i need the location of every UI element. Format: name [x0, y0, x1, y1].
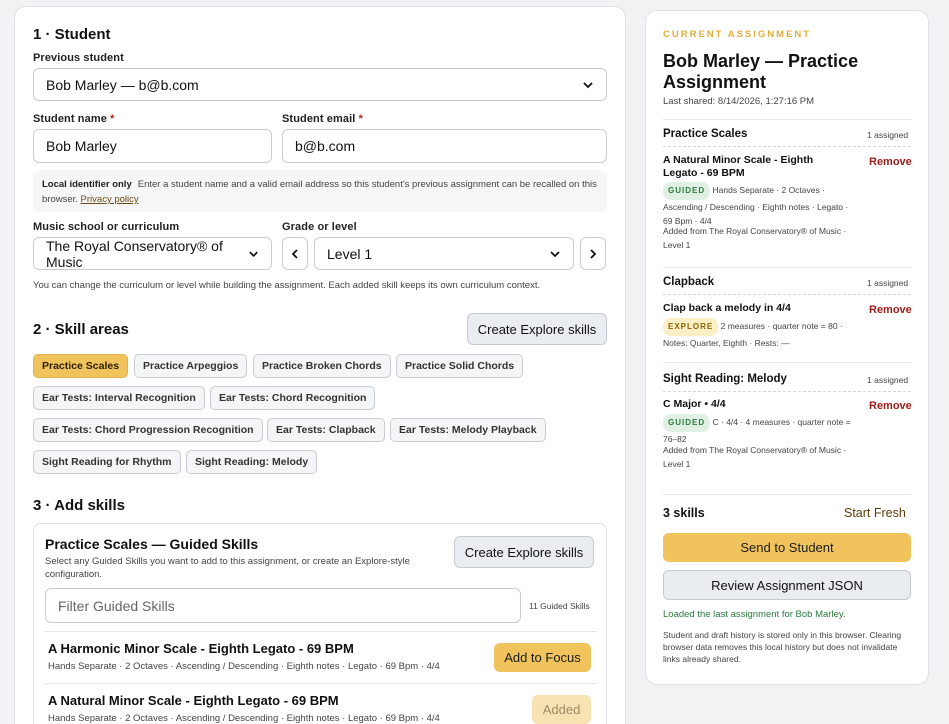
grade-select[interactable]: Level 1	[314, 237, 574, 270]
divider	[663, 119, 911, 120]
assignment-title: Bob Marley — Practice Assignment	[663, 51, 859, 92]
student-section-title: 1 · Student	[33, 26, 111, 43]
review-assignment-json-button[interactable]: Review Assignment JSON	[663, 570, 911, 600]
divider	[45, 631, 597, 632]
guided-badge: GUIDED	[663, 182, 711, 200]
guided-skills-card: Practice Scales — Guided Skills Select a…	[33, 523, 607, 724]
divider	[663, 267, 911, 268]
assigned-skill-details: GUIDED Hands Separate · 2 Octaves · Asce…	[663, 182, 858, 228]
remove-button[interactable]: Remove	[869, 400, 912, 412]
assigned-skill-title: Clap back a melody in 4/4	[663, 302, 791, 314]
current-assignment-panel: CURRENT ASSIGNMENT Bob Marley — Practice…	[645, 10, 929, 685]
divider	[663, 494, 911, 495]
skill-area-chip-sight-reading-melody[interactable]: Sight Reading: Melody	[186, 450, 318, 474]
local-identifier-note: Local identifier only Enter a student nam…	[33, 170, 607, 212]
assigned-count: 1 assigned	[867, 130, 909, 140]
assigned-skill-details: EXPLORE 2 measures · quarter note = 80 ·…	[663, 318, 863, 350]
assigned-count: 1 assigned	[867, 375, 909, 385]
assigned-section-name: Clapback	[663, 276, 715, 288]
previous-student-select[interactable]: Bob Marley — b@b.com	[33, 68, 607, 101]
chevron-left-icon	[291, 248, 298, 259]
skill-area-chip-chord-recognition[interactable]: Ear Tests: Chord Recognition	[210, 386, 376, 410]
skill-area-chip-clapback[interactable]: Ear Tests: Clapback	[267, 418, 385, 442]
skill-area-chip-interval-recognition[interactable]: Ear Tests: Interval Recognition	[33, 386, 205, 410]
skill-areas-title: 2 · Skill areas	[33, 321, 129, 338]
divider	[45, 683, 597, 684]
skill-area-chip-sight-reading-rhythm[interactable]: Sight Reading for Rhythm	[33, 450, 181, 474]
curriculum-select[interactable]: The Royal Conservatory® of Music	[33, 237, 272, 270]
skill-area-chip-practice-solid-chords[interactable]: Practice Solid Chords	[396, 354, 524, 378]
assigned-section-name: Sight Reading: Melody	[663, 373, 787, 385]
assigned-skill-source: Added from The Royal Conservatory® of Mu…	[663, 445, 847, 469]
last-shared-timestamp: Last shared: 8/14/2026, 1:27:16 PM	[663, 96, 815, 107]
added-button[interactable]: Added	[532, 695, 591, 724]
storage-note: Student and draft history is stored only…	[663, 630, 902, 664]
assigned-skill-title: C Major • 4/4	[663, 398, 726, 410]
create-explore-skills-button[interactable]: Create Explore skills	[467, 313, 607, 345]
privacy-policy-link[interactable]: Privacy policy	[81, 194, 139, 205]
curriculum-value: The Royal Conservatory® of Music	[46, 237, 223, 270]
skill-area-chip-chord-progression[interactable]: Ear Tests: Chord Progression Recognition	[33, 418, 263, 442]
previous-level-button[interactable]	[282, 237, 308, 270]
add-to-focus-button[interactable]: Add to Focus	[494, 643, 591, 672]
filter-guided-skills-input[interactable]: Filter Guided Skills	[45, 588, 521, 623]
assignment-builder-panel: 1 · Student Previous student Bob Marley …	[14, 6, 626, 724]
guided-badge: GUIDED	[663, 414, 711, 432]
remove-button[interactable]: Remove	[869, 156, 912, 168]
divider	[663, 391, 911, 392]
card-create-explore-skills-button[interactable]: Create Explore skills	[454, 536, 594, 568]
send-to-student-button[interactable]: Send to Student	[663, 533, 911, 562]
skill-area-chip-practice-scales[interactable]: Practice Scales	[33, 354, 129, 378]
student-email-label: Student email *	[282, 113, 363, 125]
grade-label: Grade or level	[282, 221, 357, 233]
curriculum-change-note: You can change the curriculum or level w…	[33, 280, 541, 291]
skill-area-chip-practice-broken-chords[interactable]: Practice Broken Chords	[253, 354, 391, 378]
student-name-label: Student name *	[33, 113, 115, 125]
guided-skill-title: A Harmonic Minor Scale - Eighth Legato -…	[48, 641, 354, 656]
next-level-button[interactable]	[580, 237, 606, 270]
skill-area-chip-practice-arpeggios[interactable]: Practice Arpeggios	[134, 354, 248, 378]
start-fresh-link[interactable]: Start Fresh	[844, 506, 906, 520]
current-assignment-eyebrow: CURRENT ASSIGNMENT	[663, 29, 812, 40]
loaded-message: Loaded the last assignment for Bob Marle…	[663, 609, 846, 620]
guided-skill-title: A Natural Minor Scale - Eighth Legato - …	[48, 693, 339, 708]
skill-area-chip-melody-playback[interactable]: Ear Tests: Melody Playback	[390, 418, 546, 442]
chevron-right-icon	[590, 248, 597, 259]
curriculum-label: Music school or curriculum	[33, 221, 180, 233]
previous-student-label: Previous student	[33, 52, 124, 64]
local-identifier-label: Local identifier only	[42, 179, 132, 190]
grade-value: Level 1	[327, 245, 373, 262]
divider	[663, 294, 911, 295]
add-skills-title: 3 · Add skills	[33, 497, 125, 514]
guided-skills-count: 11 Guided Skills	[529, 601, 590, 611]
student-name-field[interactable]: Bob Marley	[33, 129, 272, 163]
assigned-skill-details: GUIDED C · 4/4 · 4 measures · quarter no…	[663, 414, 863, 446]
divider	[663, 362, 911, 363]
guided-skills-card-description: Select any Guided Skills you want to add…	[45, 556, 410, 580]
chevron-down-icon	[249, 251, 258, 257]
explore-badge: EXPLORE	[663, 318, 719, 336]
chevron-down-icon	[583, 81, 593, 88]
assigned-skill-title: A Natural Minor Scale - Eighth Legato - …	[663, 154, 814, 179]
chevron-down-icon	[550, 250, 560, 257]
guided-skill-meta: Hands Separate · 2 Octaves · Ascending /…	[48, 713, 440, 724]
remove-button[interactable]: Remove	[869, 304, 912, 316]
guided-skill-meta: Hands Separate · 2 Octaves · Ascending /…	[48, 661, 440, 672]
assigned-count: 1 assigned	[867, 278, 909, 288]
total-skills: 3 skills	[663, 506, 705, 520]
divider	[663, 146, 911, 147]
assigned-skill-source: Added from The Royal Conservatory® of Mu…	[663, 226, 847, 250]
student-email-field[interactable]: b@b.com	[282, 129, 607, 163]
assigned-section-name: Practice Scales	[663, 128, 748, 140]
guided-skills-card-title: Practice Scales — Guided Skills	[45, 536, 259, 552]
previous-student-value: Bob Marley — b@b.com	[46, 76, 199, 93]
